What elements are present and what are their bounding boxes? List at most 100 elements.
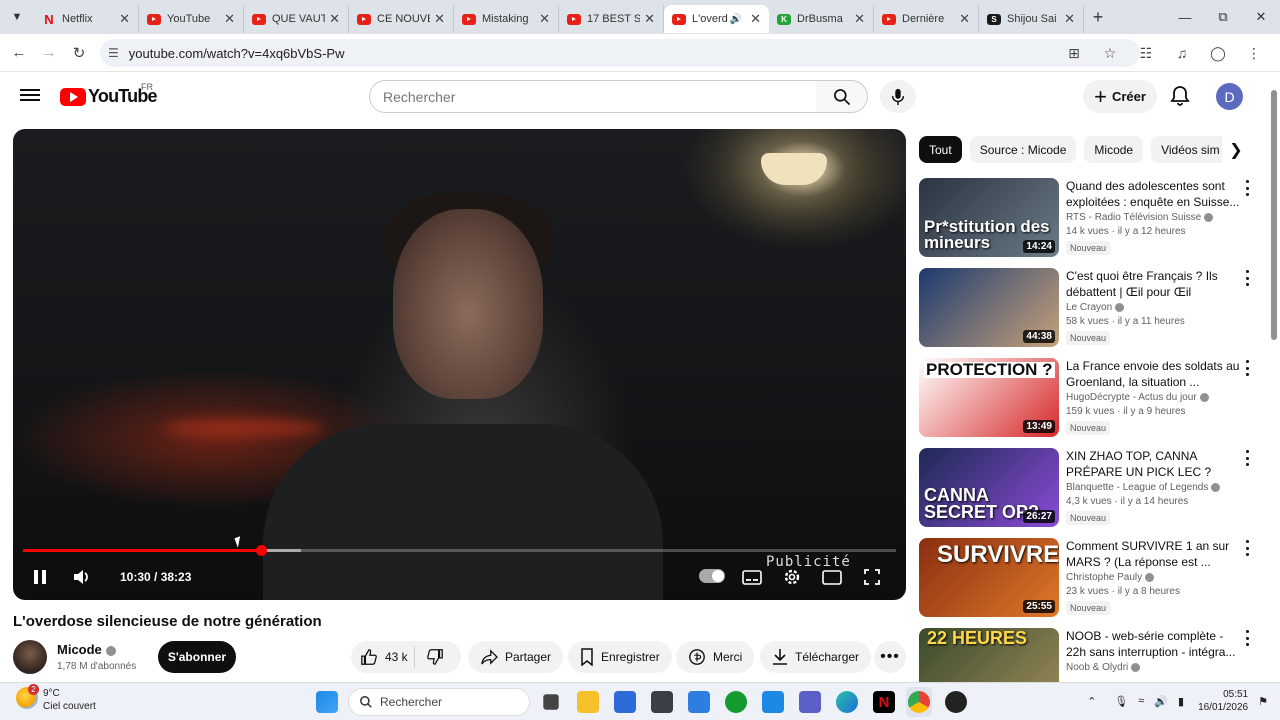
account-avatar[interactable]: D: [1216, 83, 1243, 110]
notifications-bell-icon[interactable]: [1168, 84, 1192, 108]
browser-tab[interactable]: K DrBusma ✕: [769, 5, 874, 33]
back-button[interactable]: ←: [4, 38, 34, 68]
profile-icon[interactable]: ◯: [1200, 38, 1236, 68]
subtitles-button[interactable]: [741, 565, 763, 589]
clock[interactable]: 05:51 16/01/2026: [1198, 688, 1248, 714]
voice-search-button[interactable]: [880, 80, 916, 113]
chips-next-chevron-icon[interactable]: ❯: [1222, 136, 1250, 163]
file-explorer-icon[interactable]: [577, 691, 599, 713]
recommendation-thumbnail[interactable]: CANNA SECRET OP? 26:27: [919, 448, 1059, 527]
filter-chip[interactable]: Tout: [919, 136, 962, 163]
teams-icon[interactable]: [799, 691, 821, 713]
taskbar-search[interactable]: Rechercher: [348, 688, 530, 716]
search-button[interactable]: [816, 80, 868, 113]
browser-tab[interactable]: 17 BEST S ✕: [559, 5, 664, 33]
recommendation-thumbnail[interactable]: PROTECTION ? 13:49: [919, 358, 1059, 437]
more-actions-button[interactable]: •••: [874, 641, 906, 673]
download-button[interactable]: Télécharger: [760, 641, 872, 673]
recommendation-channel[interactable]: Blanquette - League of Legends: [1066, 482, 1208, 493]
microsoft-store-icon[interactable]: [614, 691, 636, 713]
close-window-button[interactable]: ✕: [1242, 0, 1280, 34]
tab-search-button[interactable]: ▼: [0, 0, 34, 34]
channel-name-link[interactable]: Micode: [57, 642, 116, 657]
youtube-logo[interactable]: YouTube FR: [60, 82, 158, 107]
recommendation-channel[interactable]: Christophe Pauly: [1066, 572, 1142, 583]
app-blue-icon[interactable]: [688, 691, 710, 713]
recommendation-thumbnail[interactable]: 44:38: [919, 268, 1059, 347]
tray-chevron-icon[interactable]: ⌃: [1087, 695, 1096, 708]
chrome-icon[interactable]: [908, 691, 930, 713]
recommendation-title[interactable]: Quand des adolescentes sont exploitées :…: [1066, 178, 1241, 210]
progress-bar[interactable]: [23, 545, 896, 556]
browser-tab[interactable]: L'overd 🔊 ✕: [664, 5, 769, 33]
minimize-button[interactable]: —: [1166, 0, 1204, 34]
forward-button[interactable]: →: [34, 38, 64, 68]
recommendation-item[interactable]: Pr*stitution des mineurs 14:24 Quand des a…: [919, 178, 1259, 258]
media-control-icon[interactable]: ♫: [1164, 38, 1200, 68]
edge-icon[interactable]: [836, 691, 858, 713]
settings-button[interactable]: [781, 565, 803, 589]
new-tab-button[interactable]: +: [1084, 7, 1112, 28]
mic-tray-icon[interactable]: 🎙: [1114, 695, 1128, 708]
bookmark-star-icon[interactable]: ☆: [1092, 38, 1128, 68]
tab-close-icon[interactable]: ✕: [434, 11, 445, 27]
pause-button[interactable]: [30, 565, 50, 589]
create-button[interactable]: + Créer: [1083, 80, 1157, 113]
tab-close-icon[interactable]: ✕: [224, 11, 235, 27]
tab-close-icon[interactable]: ✕: [1064, 11, 1075, 27]
tab-close-icon[interactable]: ✕: [329, 11, 340, 27]
tab-close-icon[interactable]: ✕: [119, 11, 130, 27]
search-input[interactable]: Rechercher: [369, 80, 817, 113]
thanks-button[interactable]: Merci: [676, 641, 755, 673]
app-dark-icon[interactable]: [945, 691, 967, 713]
more-vertical-icon[interactable]: [1243, 270, 1251, 286]
dislike-button[interactable]: [415, 648, 461, 666]
vscode-icon[interactable]: [762, 691, 784, 713]
recommendation-thumbnail[interactable]: SURVIVRE 25:55: [919, 538, 1059, 617]
filter-chip[interactable]: Vidéos sim: [1151, 136, 1230, 163]
speaker-icon[interactable]: 🔊: [1154, 695, 1168, 708]
more-vertical-icon[interactable]: [1243, 540, 1251, 556]
more-vertical-icon[interactable]: [1243, 180, 1251, 196]
page-scrollbar[interactable]: [1268, 72, 1280, 682]
install-app-icon[interactable]: ⊞: [1056, 38, 1092, 68]
app-cube-icon[interactable]: [651, 691, 673, 713]
menu-hamburger-icon[interactable]: [20, 86, 40, 106]
recommendation-channel[interactable]: Le Crayon: [1066, 302, 1112, 313]
recommendation-item[interactable]: 44:38 C'est quoi être Français ? Ils déba…: [919, 268, 1259, 348]
browser-menu-icon[interactable]: ⋮: [1236, 38, 1272, 68]
browser-tab[interactable]: N Netflix ✕: [34, 5, 139, 33]
browser-tab[interactable]: Mistaking ✕: [454, 5, 559, 33]
tab-close-icon[interactable]: ✕: [750, 11, 761, 27]
site-info-icon[interactable]: ☰: [108, 46, 119, 60]
volume-button[interactable]: [71, 565, 93, 589]
browser-tab[interactable]: Dernière ✕: [874, 5, 979, 33]
wifi-icon[interactable]: ≈: [1138, 695, 1144, 707]
browser-tab[interactable]: S Shijou Sai ✕: [979, 5, 1084, 33]
filter-chip[interactable]: Micode: [1084, 136, 1144, 163]
weather-widget[interactable]: 2 9°C Ciel couvert: [16, 684, 96, 713]
theater-mode-button[interactable]: [821, 565, 843, 589]
tab-close-icon[interactable]: ✕: [644, 11, 655, 27]
recommendation-title[interactable]: NOOB - web-série complète - 22h sans int…: [1066, 628, 1241, 660]
reload-button[interactable]: ↻: [64, 38, 94, 68]
browser-tab[interactable]: YouTube ✕: [139, 5, 244, 33]
recommendation-item[interactable]: PROTECTION ? 13:49 La France envoie des so…: [919, 358, 1259, 438]
tab-close-icon[interactable]: ✕: [959, 11, 970, 27]
more-vertical-icon[interactable]: [1243, 450, 1251, 466]
recommendation-channel[interactable]: HugoDécrypte - Actus du jour: [1066, 392, 1197, 403]
recommendation-thumbnail[interactable]: Pr*stitution des mineurs 14:24: [919, 178, 1059, 257]
fullscreen-button[interactable]: [861, 565, 883, 589]
like-button[interactable]: 43 k: [351, 646, 415, 668]
tab-close-icon[interactable]: ✕: [854, 11, 865, 27]
subscribe-button[interactable]: S'abonner: [158, 641, 236, 673]
video-player[interactable]: Publicité 10:30 / 38:23: [13, 129, 906, 600]
recommendation-item[interactable]: CANNA SECRET OP? 26:27 XIN ZHAO TOP, CANNA…: [919, 448, 1259, 528]
recommendation-title[interactable]: Comment SURVIVRE 1 an sur MARS ? (La rép…: [1066, 538, 1241, 570]
save-button[interactable]: Enregistrer: [568, 641, 672, 673]
battery-icon[interactable]: ▮: [1178, 695, 1184, 708]
more-vertical-icon[interactable]: [1243, 630, 1251, 646]
maximize-button[interactable]: ⧉: [1204, 0, 1242, 34]
xbox-icon[interactable]: [725, 691, 747, 713]
recommendation-title[interactable]: XIN ZHAO TOP, CANNA PRÉPARE UN PICK LEC …: [1066, 448, 1241, 480]
